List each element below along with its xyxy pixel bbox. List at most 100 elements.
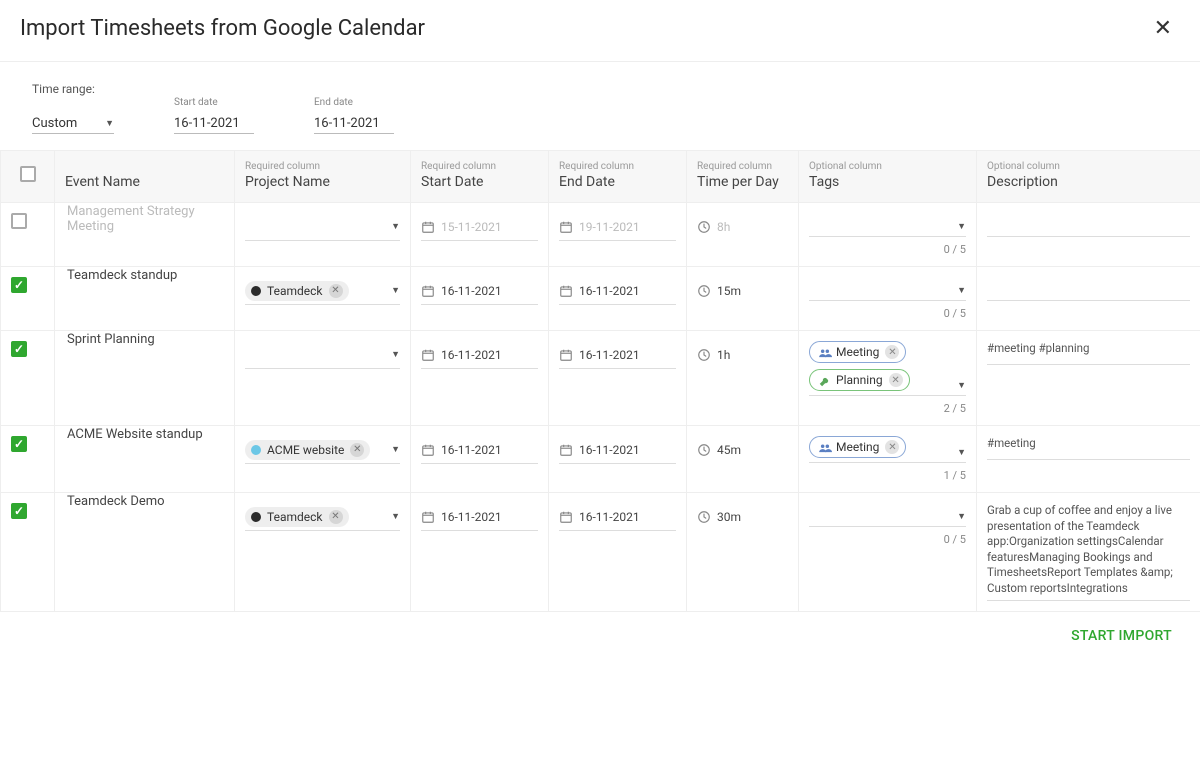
project-chip[interactable]: Teamdeck✕ [245, 281, 349, 301]
chevron-down-icon: ▼ [105, 118, 114, 129]
table-row: ACME Website standupACME website✕▼16-11-… [1, 426, 1200, 493]
event-name-cell: Teamdeck standup [55, 267, 235, 331]
time-per-day-value: 45m [717, 443, 741, 457]
start-date-input[interactable]: 16-11-2021 [421, 341, 538, 369]
event-name-label: Management Strategy Meeting [67, 204, 195, 234]
time-range-controls: Time range: Custom ▼ Start date 16-11-20… [0, 62, 1200, 150]
row-select-checkbox[interactable] [11, 341, 27, 357]
project-chip[interactable]: Teamdeck✕ [245, 507, 349, 527]
start-date-cell: 16-11-2021 [411, 426, 549, 493]
tag-label: Meeting [836, 440, 879, 454]
end-date-value: 16-11-2021 [579, 443, 640, 457]
project-select[interactable]: Teamdeck✕▼ [245, 277, 400, 305]
start-date-input[interactable]: 16-11-2021 [421, 436, 538, 464]
time-range-label: Time range: [32, 82, 114, 96]
end-date-cell: 16-11-2021 [549, 426, 687, 493]
description-cell: #meeting #planning [977, 331, 1200, 426]
event-name-label: Teamdeck Demo [67, 494, 165, 509]
start-date-label: Start date [174, 97, 254, 108]
end-date-input[interactable]: 16-11-2021 [559, 436, 676, 464]
project-cell: ACME website✕ ▼ [235, 426, 411, 493]
header-select-all [1, 151, 55, 203]
col-event-name-label: Event Name [65, 174, 224, 190]
remove-tag-icon[interactable]: ✕ [889, 373, 903, 387]
end-date-input[interactable]: 16-11-2021 [559, 341, 676, 369]
col-time-hint: Required column [697, 161, 788, 172]
remove-project-icon[interactable]: ✕ [350, 443, 364, 457]
col-project-hint: Required column [245, 161, 400, 172]
project-select[interactable]: Teamdeck✕▼ [245, 503, 400, 531]
chevron-down-icon: ▼ [957, 380, 966, 391]
col-end-label: End Date [559, 174, 676, 190]
description-cell [977, 203, 1200, 267]
start-date-input[interactable]: 16-11-2021 [421, 277, 538, 305]
project-select[interactable]: ▼ [245, 341, 400, 369]
event-name-cell: Sprint Planning [55, 331, 235, 426]
close-icon[interactable]: ✕ [1154, 18, 1172, 40]
tag-label: Planning [836, 373, 883, 387]
col-desc-hint: Optional column [987, 161, 1190, 172]
time-per-day-cell: 45m [687, 426, 799, 493]
project-select[interactable]: ▼ [245, 213, 400, 241]
tags-cell: ▼0 / 5 [799, 203, 977, 267]
row-select-checkbox[interactable] [11, 503, 27, 519]
tags-select[interactable]: ▼ [809, 213, 966, 237]
description-input[interactable]: #meeting #planning [987, 341, 1190, 365]
end-date-input[interactable]: 16-11-2021 [314, 112, 394, 134]
event-name-label: Sprint Planning [67, 332, 155, 347]
time-per-day-cell: 15m [687, 267, 799, 331]
col-tags-hint: Optional column [809, 161, 966, 172]
row-select-checkbox[interactable] [11, 213, 27, 229]
description-input[interactable] [987, 213, 1190, 237]
row-select-checkbox[interactable] [11, 436, 27, 452]
end-date-input[interactable]: 16-11-2021 [559, 503, 676, 531]
time-per-day-input[interactable]: 8h [697, 213, 788, 241]
project-select[interactable]: ACME website✕ ▼ [245, 436, 400, 464]
project-chip[interactable]: ACME website✕ [245, 440, 370, 460]
tags-select[interactable]: ▼ [809, 503, 966, 527]
tag-pill[interactable]: Meeting ✕ [809, 436, 906, 458]
end-date-value: 16-11-2021 [579, 348, 640, 362]
description-input[interactable]: Grab a cup of coffee and enjoy a live pr… [987, 503, 1190, 601]
tags-select[interactable]: ▼ [809, 277, 966, 301]
tag-label: Meeting [836, 345, 879, 359]
start-date-cell: 15-11-2021 [411, 203, 549, 267]
remove-tag-icon[interactable]: ✕ [885, 440, 899, 454]
select-all-checkbox[interactable] [20, 166, 36, 182]
description-input[interactable] [987, 277, 1190, 301]
row-select-cell [1, 203, 55, 267]
end-date-input[interactable]: 16-11-2021 [559, 277, 676, 305]
chevron-down-icon: ▼ [957, 447, 966, 458]
header-description: Optional column Description [977, 151, 1200, 203]
project-cell: ▼ [235, 203, 411, 267]
time-per-day-input[interactable]: 1h [697, 341, 788, 369]
start-date-input[interactable]: 15-11-2021 [421, 213, 538, 241]
start-date-cell: 16-11-2021 [411, 267, 549, 331]
row-select-checkbox[interactable] [11, 277, 27, 293]
chevron-down-icon: ▼ [391, 444, 400, 455]
col-tags-label: Tags [809, 174, 966, 190]
end-date-input[interactable]: 19-11-2021 [559, 213, 676, 241]
remove-tag-icon[interactable]: ✕ [885, 345, 899, 359]
remove-project-icon[interactable]: ✕ [329, 510, 343, 524]
project-color-dot [251, 445, 261, 455]
start-import-button[interactable]: START IMPORT [1071, 628, 1172, 644]
time-range-preset-select[interactable]: Custom ▼ [32, 112, 114, 134]
remove-project-icon[interactable]: ✕ [329, 284, 343, 298]
time-per-day-input[interactable]: 15m [697, 277, 788, 305]
calendar-icon [421, 220, 435, 234]
time-per-day-input[interactable]: 45m [697, 436, 788, 464]
col-start-label: Start Date [421, 174, 538, 190]
time-per-day-cell: 30m [687, 493, 799, 612]
tags-select[interactable]: Meeting ✕ ▼ [809, 436, 966, 463]
col-desc-label: Description [987, 174, 1190, 190]
tags-select[interactable]: Meeting✕Planning✕▼ [809, 341, 966, 396]
start-date-input[interactable]: 16-11-2021 [421, 503, 538, 531]
tag-pill[interactable]: Planning ✕ [809, 369, 910, 391]
description-input[interactable]: #meeting [987, 436, 1190, 460]
col-start-hint: Required column [421, 161, 538, 172]
start-date-input[interactable]: 16-11-2021 [174, 112, 254, 134]
time-per-day-input[interactable]: 30m [697, 503, 788, 531]
tag-pill[interactable]: Meeting ✕ [809, 341, 906, 363]
row-select-cell [1, 493, 55, 612]
